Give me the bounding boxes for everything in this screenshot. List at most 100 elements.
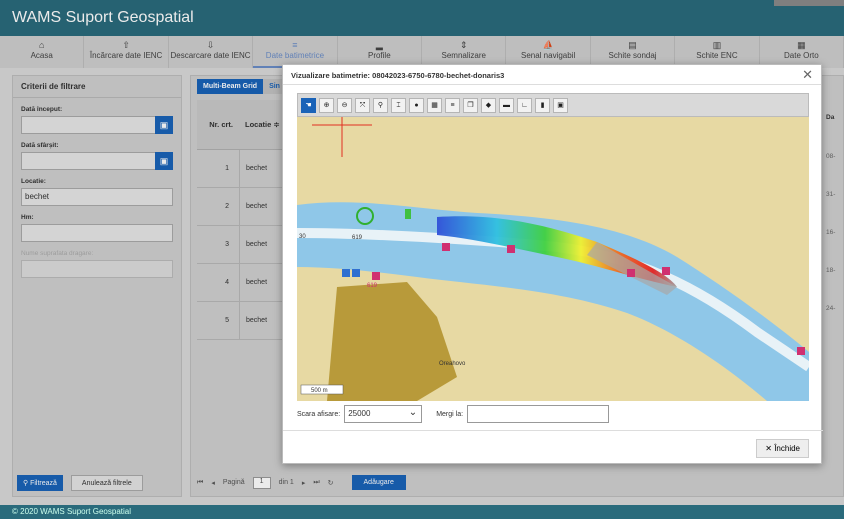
table-row[interactable]: 5 bechet bbox=[197, 302, 287, 340]
nav-label: Date batimetrice bbox=[265, 51, 325, 60]
table-row[interactable]: 3 bechet bbox=[197, 226, 287, 264]
buoy-blue bbox=[352, 269, 360, 277]
km-label: Hm: bbox=[21, 214, 34, 221]
buoy-red bbox=[662, 267, 670, 275]
row-nr: 5 bbox=[225, 317, 229, 324]
table-row[interactable]: 1 bechet bbox=[197, 150, 287, 188]
eraser-icon[interactable]: ◆ bbox=[481, 97, 496, 113]
download-icon: ⇩ bbox=[206, 40, 215, 50]
nav-label: Semnalizare bbox=[441, 51, 486, 60]
info-icon[interactable]: ● bbox=[409, 97, 424, 113]
line-icon[interactable]: ▬ bbox=[499, 97, 514, 113]
grid-icon[interactable]: ▦ bbox=[427, 97, 442, 113]
dialog-title: Vizualizare batimetrie: 08042023-6750-67… bbox=[291, 71, 505, 80]
close-dialog-button[interactable]: ✕ Închide bbox=[756, 439, 809, 458]
pan-tool-icon[interactable]: ☚ bbox=[301, 97, 316, 113]
col-location[interactable]: Locatie ≑ bbox=[239, 120, 280, 129]
angle-icon[interactable]: ∟ bbox=[517, 97, 532, 113]
km-input[interactable] bbox=[21, 224, 173, 242]
start-date-label: Dată început: bbox=[21, 106, 63, 113]
nav-item-download[interactable]: ⇩ Descarcare date IENC bbox=[169, 36, 254, 68]
row-nr: 3 bbox=[225, 241, 229, 248]
map-icon: ▥ bbox=[712, 40, 722, 50]
row-date: 31- bbox=[826, 191, 836, 198]
nav-label: Descarcare date IENC bbox=[170, 51, 251, 60]
upload-icon: ⇧ bbox=[122, 40, 130, 50]
add-button[interactable]: Adăugare bbox=[351, 475, 406, 490]
row-date: 18- bbox=[826, 267, 836, 274]
copy-icon[interactable]: ❐ bbox=[463, 97, 478, 113]
nav-item-upload[interactable]: ⇧ Încărcare date IENC bbox=[84, 36, 169, 68]
surface-input bbox=[21, 260, 173, 278]
buoy-green bbox=[405, 209, 411, 219]
end-date-input[interactable]: ▣ bbox=[21, 152, 173, 170]
table-header: Nr. crt. Locatie ≑ bbox=[197, 100, 287, 150]
close-icon[interactable]: ✕ bbox=[802, 67, 813, 83]
col-nr: Nr. crt. bbox=[209, 120, 233, 129]
zoom-out-icon[interactable]: ⊖ bbox=[337, 97, 352, 113]
location-input[interactable]: bechet bbox=[21, 188, 173, 206]
save-icon[interactable]: ▣ bbox=[553, 97, 568, 113]
dialog-footer: ✕ Închide bbox=[283, 430, 823, 465]
surface-label: Nume suprafata dragare: bbox=[21, 250, 94, 257]
row-location: bechet bbox=[239, 188, 267, 225]
row-location: bechet bbox=[239, 302, 267, 339]
table-row[interactable]: 2 bechet bbox=[197, 188, 287, 226]
start-date-input[interactable]: ▣ bbox=[21, 116, 173, 134]
channel-icon: ⛵ bbox=[542, 40, 554, 50]
page-label: Pagină bbox=[222, 479, 245, 486]
nav-label: Profile bbox=[367, 51, 391, 60]
marker-icon[interactable]: ⚲ bbox=[373, 97, 388, 113]
calendar-icon[interactable]: ▣ bbox=[155, 116, 173, 134]
goto-label: Mergi la: bbox=[436, 410, 464, 418]
layers-icon[interactable]: ≡ bbox=[445, 97, 460, 113]
row-nr: 1 bbox=[225, 165, 229, 172]
nav-label: Încărcare date IENC bbox=[89, 51, 163, 60]
full-extent-icon[interactable]: ⤧ bbox=[355, 97, 370, 113]
scale-select[interactable]: 25000 ⌄ bbox=[344, 405, 423, 423]
filter-button[interactable]: ⚲ Filtrează bbox=[17, 475, 63, 491]
next-page-icon[interactable]: ▸ bbox=[302, 479, 306, 487]
map-controls: Scara afisare: 25000 ⌄ Mergi la: bbox=[297, 405, 610, 423]
bathymetry-map[interactable]: 619 619 30 Oreahovo 500 m bbox=[297, 117, 809, 401]
map-canvas[interactable]: 619 619 30 Oreahovo 500 m bbox=[297, 117, 809, 401]
zoom-in-icon[interactable]: ⊕ bbox=[319, 97, 334, 113]
location-label: Locatie: bbox=[21, 178, 46, 185]
bathymetry-dialog: Vizualizare batimetrie: 08042023-6750-67… bbox=[282, 64, 823, 465]
cancel-filter-button[interactable]: Anulează filtrele bbox=[70, 475, 143, 491]
page-input[interactable]: 1 bbox=[252, 476, 271, 489]
refresh-icon[interactable]: ↻ bbox=[328, 479, 334, 487]
prev-page-icon[interactable]: ◂ bbox=[211, 479, 215, 487]
list-icon: ≡ bbox=[292, 40, 298, 50]
close-icon: ✕ bbox=[765, 444, 775, 453]
filter-panel: Criterii de filtrare Dată început: ▣ Dat… bbox=[12, 75, 182, 497]
sketch-icon: ▤ bbox=[628, 40, 637, 50]
calendar-icon[interactable]: ▣ bbox=[155, 152, 173, 170]
row-date: 16- bbox=[826, 229, 836, 236]
nav-label: Schite sondaj bbox=[608, 51, 657, 60]
goto-input[interactable] bbox=[467, 405, 610, 423]
nav-label: Senal navigabil bbox=[521, 51, 576, 60]
page-count: din 1 bbox=[278, 479, 294, 486]
scale-bar-label: 500 m bbox=[311, 388, 328, 394]
nav-label: Schite ENC bbox=[696, 51, 738, 60]
filter-title: Criterii de filtrare bbox=[13, 76, 181, 98]
table-row[interactable]: 4 bechet bbox=[197, 264, 287, 302]
last-page-icon[interactable]: ⏭ bbox=[313, 479, 319, 487]
map-label-town: Oreahovo bbox=[439, 361, 466, 367]
row-nr: 2 bbox=[225, 203, 229, 210]
nav-item-home[interactable]: ⌂ Acasa bbox=[0, 36, 85, 68]
close-button-label: Închide bbox=[774, 444, 800, 453]
buoy-red bbox=[372, 272, 380, 280]
tab-multibeam[interactable]: Multi-Beam Grid bbox=[197, 79, 264, 94]
delete-icon[interactable]: ▮ bbox=[535, 97, 550, 113]
profile-tool-icon[interactable]: ⌶ bbox=[391, 97, 406, 113]
signal-icon: ⇕ bbox=[459, 40, 468, 50]
nav-label: Acasa bbox=[30, 51, 53, 60]
filter-button-label: Filtrează bbox=[30, 480, 57, 487]
dialog-header: Vizualizare batimetrie: 08042023-6750-67… bbox=[283, 65, 821, 85]
buoy-red bbox=[627, 269, 635, 277]
buoy-blue bbox=[342, 269, 350, 277]
first-page-icon[interactable]: ⏮ bbox=[197, 479, 203, 487]
nav-label: Date Orto bbox=[784, 51, 819, 60]
